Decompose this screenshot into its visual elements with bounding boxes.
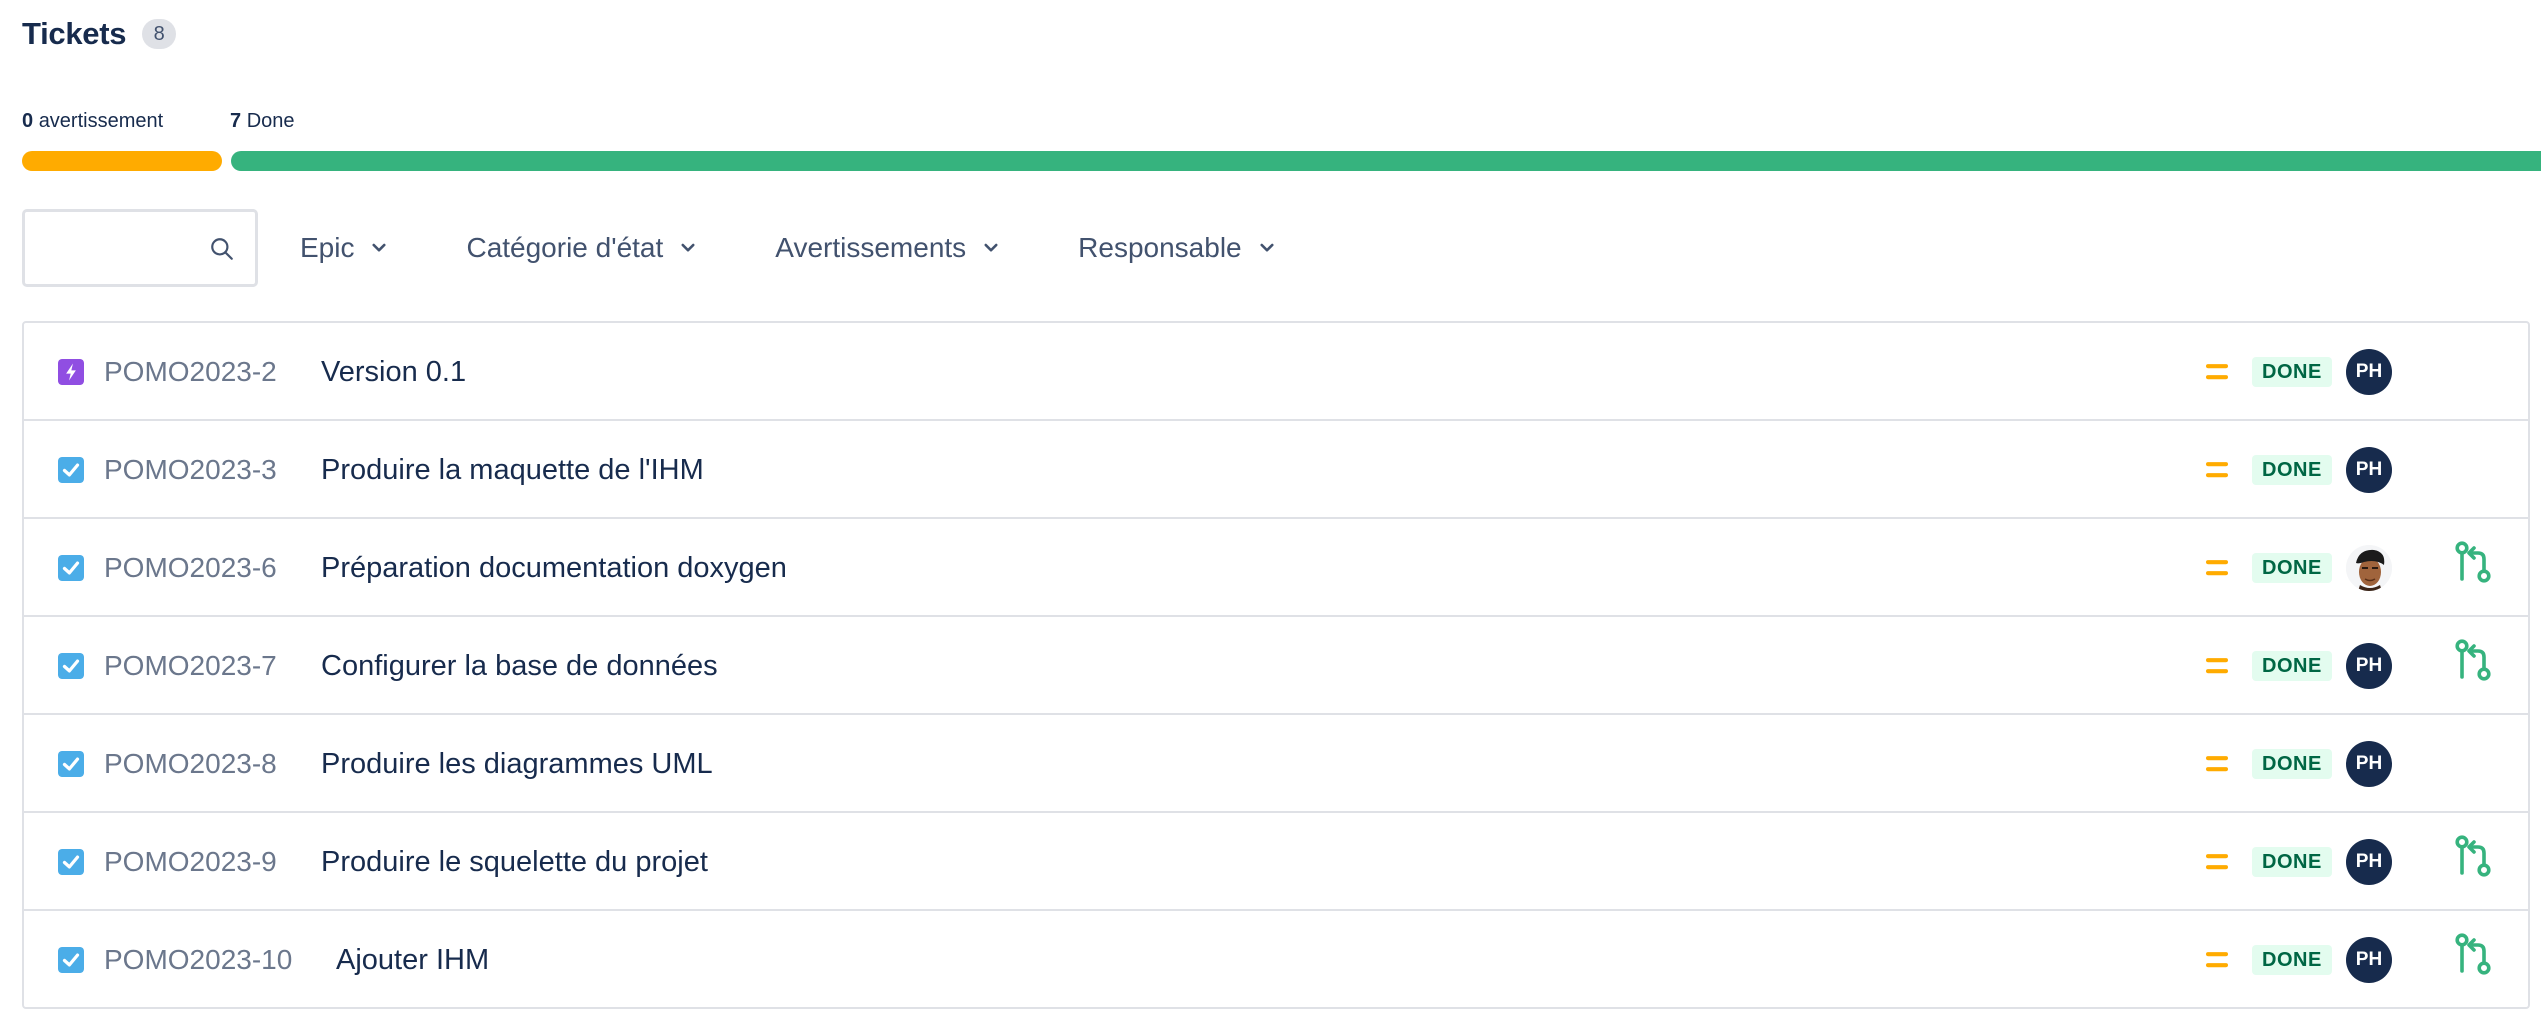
pull-request-icon[interactable]: [2454, 541, 2494, 585]
tickets-panel: Tickets 8 0 avertissement 7 Done Epic Ca…: [0, 0, 2541, 1020]
pull-request-icon[interactable]: [2454, 933, 2494, 977]
status-badge[interactable]: DONE: [2252, 455, 2332, 485]
assignee-avatar[interactable]: PH: [2346, 839, 2392, 885]
status-badge[interactable]: DONE: [2252, 651, 2332, 681]
done-progress-segment[interactable]: [231, 151, 2541, 171]
priority-medium-icon: [2206, 462, 2228, 478]
task-checkbox-icon: [58, 457, 84, 483]
search-input[interactable]: [35, 222, 209, 276]
task-checkbox-icon: [58, 849, 84, 875]
task-checkbox-icon: [58, 947, 84, 973]
assignee-filter-label: Responsable: [1078, 232, 1242, 263]
ticket-row[interactable]: POMO2023-10 Ajouter IHM DONE PH: [24, 911, 2528, 1007]
chevron-down-icon: [372, 243, 387, 252]
ticket-count-badge: 8: [142, 19, 177, 49]
warning-legend[interactable]: 0 avertissement: [22, 110, 163, 133]
ticket-row[interactable]: POMO2023-6 Préparation documentation doxy…: [24, 519, 2528, 617]
ticket-summary-link[interactable]: Produire la maquette de l'IHM: [321, 454, 704, 487]
priority-medium-icon: [2206, 560, 2228, 576]
chevron-down-icon: [681, 243, 695, 252]
epic-lightning-icon: [58, 359, 84, 385]
status-badge[interactable]: DONE: [2252, 553, 2332, 583]
warning-label: avertissement: [38, 110, 164, 132]
epic-filter-label: Epic: [300, 232, 355, 263]
pull-request-icon[interactable]: [2454, 639, 2494, 683]
progress-legend: 0 avertissement 7 Done: [22, 110, 2541, 136]
ticket-summary-link[interactable]: Ajouter IHM: [336, 944, 489, 977]
assignee-avatar[interactable]: PH: [2346, 937, 2392, 983]
search-field: [22, 209, 258, 287]
ticket-key-link[interactable]: POMO2023-7: [104, 650, 277, 682]
status-badge[interactable]: DONE: [2252, 945, 2332, 975]
status-category-filter-dropdown[interactable]: Catégorie d'état: [466, 232, 697, 264]
assignee-avatar[interactable]: PH: [2346, 447, 2392, 493]
priority-medium-icon: [2206, 364, 2228, 380]
assignee-avatar[interactable]: PH: [2346, 643, 2392, 689]
ticket-key-link[interactable]: POMO2023-8: [104, 748, 277, 780]
ticket-row[interactable]: POMO2023-9 Produire le squelette du proje…: [24, 813, 2528, 911]
epic-filter-dropdown[interactable]: Epic: [300, 232, 388, 264]
ticket-summary-link[interactable]: Préparation documentation doxygen: [321, 552, 787, 585]
ticket-key-link[interactable]: POMO2023-3: [104, 454, 277, 486]
status-badge[interactable]: DONE: [2252, 749, 2332, 779]
status-badge[interactable]: DONE: [2252, 847, 2332, 877]
done-label: Done: [246, 110, 295, 132]
warnings-filter-label: Avertissements: [775, 232, 967, 263]
ticket-row[interactable]: POMO2023-2 Version 0.1 DONE PH: [24, 323, 2528, 421]
done-count: 7: [230, 110, 242, 132]
filter-bar: Epic Catégorie d'état Avertissements Res…: [22, 208, 1276, 288]
progress-bar: [22, 151, 2541, 171]
ticket-key-link[interactable]: POMO2023-10: [104, 944, 292, 976]
chevron-down-icon: [1260, 243, 1274, 252]
ticket-summary-link[interactable]: Version 0.1: [321, 356, 466, 389]
warnings-filter-dropdown[interactable]: Avertissements: [775, 232, 1000, 264]
priority-medium-icon: [2206, 756, 2228, 772]
status-badge[interactable]: DONE: [2252, 357, 2332, 387]
task-checkbox-icon: [58, 653, 84, 679]
tickets-header: Tickets 8: [22, 16, 177, 52]
priority-medium-icon: [2206, 952, 2228, 968]
assignee-avatar[interactable]: PH: [2346, 349, 2392, 395]
done-legend[interactable]: 7 Done: [230, 110, 295, 133]
ticket-summary-link[interactable]: Produire le squelette du projet: [321, 846, 708, 879]
ticket-summary-link[interactable]: Produire les diagrammes UML: [321, 748, 713, 781]
pull-request-icon[interactable]: [2454, 835, 2494, 879]
assignee-avatar-photo[interactable]: [2346, 545, 2392, 591]
ticket-list: POMO2023-2 Version 0.1 DONE PH POMO2023-3 Pro…: [22, 321, 2530, 1009]
ticket-row[interactable]: POMO2023-3 Produire la maquette de l'IHM D…: [24, 421, 2528, 519]
ticket-summary-link[interactable]: Configurer la base de données: [321, 650, 718, 683]
priority-medium-icon: [2206, 658, 2228, 674]
status-category-filter-label: Catégorie d'état: [466, 232, 664, 263]
assignee-filter-dropdown[interactable]: Responsable: [1078, 232, 1275, 264]
ticket-row[interactable]: POMO2023-8 Produire les diagrammes UML DON…: [24, 715, 2528, 813]
ticket-key-link[interactable]: POMO2023-2: [104, 356, 277, 388]
chevron-down-icon: [984, 243, 998, 252]
search-icon[interactable]: [209, 236, 235, 262]
warning-progress-segment[interactable]: [22, 151, 222, 171]
warning-count: 0: [22, 110, 34, 132]
ticket-row[interactable]: POMO2023-7 Configurer la base de données D…: [24, 617, 2528, 715]
ticket-key-link[interactable]: POMO2023-6: [104, 552, 277, 584]
task-checkbox-icon: [58, 555, 84, 581]
page-title: Tickets: [22, 16, 127, 51]
priority-medium-icon: [2206, 854, 2228, 870]
ticket-key-link[interactable]: POMO2023-9: [104, 846, 277, 878]
assignee-avatar[interactable]: PH: [2346, 741, 2392, 787]
task-checkbox-icon: [58, 751, 84, 777]
